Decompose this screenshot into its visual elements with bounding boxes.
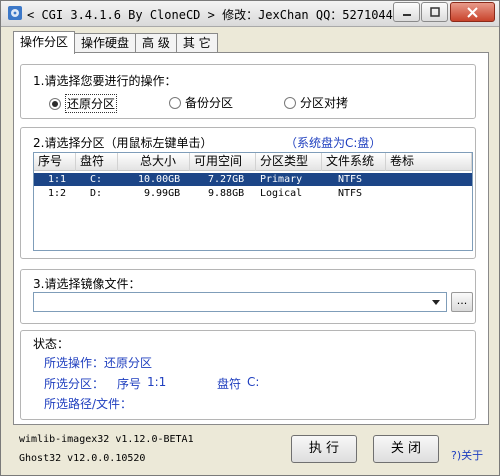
close-button[interactable]: 关 闭 [373,435,439,463]
partition-row[interactable]: 1:1 C: 10.00GB 7.27GB Primary NTFS [34,173,472,186]
tab-operate-partition[interactable]: 操作分区 [13,31,76,54]
row-fs: NTFS [338,188,363,199]
status-op-label: 所选操作： [44,356,105,370]
row-free: 7.27GB [208,174,245,185]
app-icon [8,6,22,20]
status-part-label: 所选分区： [44,377,105,391]
col-drive[interactable]: 盘符 [76,153,118,171]
dropdown-arrow-icon[interactable] [429,295,443,309]
tab-bar: 操作分区 操作硬盘 高 级 其 它 [13,31,218,54]
tab-other[interactable]: 其 它 [175,33,218,53]
app-window: < CGI 3.4.1.6 By CloneCD > 修改：JexChan QQ… [0,0,500,476]
row-total: 10.00GB [138,174,181,185]
status-label: 状态： [33,337,70,351]
close-icon [467,6,478,18]
partition-row[interactable]: 1:2 D: 9.99GB 9.88GB Logical NTFS [34,187,472,200]
status-drive-label: 盘符 [217,377,242,391]
status-drive-value: C: [247,375,260,389]
radio-dot [49,97,61,110]
col-label[interactable]: 卷标 [386,153,472,171]
close-window-button[interactable] [450,2,495,22]
col-free[interactable]: 可用空间 [190,153,256,171]
row-free: 9.88GB [208,188,245,199]
tab-operate-disk[interactable]: 操作硬盘 [74,33,137,53]
operation-label: 1.请选择您要进行的操作： [33,74,177,88]
radio-dot [169,96,181,109]
col-type[interactable]: 分区类型 [256,153,322,171]
row-type: Logical [260,188,303,199]
status-part-no: 1:1 [147,375,167,389]
partition-list-header: 序号 盘符 总大小 可用空间 分区类型 文件系统 卷标 [34,153,472,171]
col-total[interactable]: 总大小 [118,153,190,171]
radio-backup[interactable]: 备份分区 [169,94,233,111]
maximize-button[interactable] [421,2,448,22]
window-title: < CGI 3.4.1.6 By CloneCD > 修改：JexChan QQ… [27,8,408,22]
status-part-no-label: 序号 [117,377,142,391]
row-fs: NTFS [338,174,363,185]
tab-advanced[interactable]: 高 级 [135,33,177,53]
minimize-icon [402,14,411,16]
system-disk-hint: （系统盘为C:盘） [285,136,382,150]
row-no: 1:1 [48,174,67,185]
image-label: 3.请选择镜像文件： [33,277,141,291]
ghost-version: Ghost32 v12.0.0.10520 [19,453,146,464]
partition-label: 2.请选择分区（用鼠标左键单击） [33,136,213,150]
wimlib-version: wimlib-imagex32 v1.12.0-BETA1 [19,434,194,445]
browse-button[interactable]: ... [451,292,473,312]
maximize-icon [429,7,440,17]
status-op-value: 还原分区 [104,356,153,370]
row-type: Primary [260,174,303,185]
image-file-combo[interactable] [33,292,447,312]
row-drive: D: [90,188,103,199]
about-link[interactable]: ?)关于 [451,447,483,463]
col-no[interactable]: 序号 [34,153,76,171]
radio-restore[interactable]: 还原分区 [49,94,118,113]
radio-restore-label: 还原分区 [65,94,118,113]
col-fs[interactable]: 文件系统 [322,153,386,171]
minimize-button[interactable] [393,2,420,22]
row-drive: C: [90,174,103,185]
execute-button[interactable]: 执 行 [291,435,357,463]
radio-dot [284,96,296,109]
radio-copy[interactable]: 分区对拷 [284,94,348,111]
partition-list[interactable]: 序号 盘符 总大小 可用空间 分区类型 文件系统 卷标 1:1 C: 10.00… [33,152,473,251]
title-bar: < CGI 3.4.1.6 By CloneCD > 修改：JexChan QQ… [1,1,499,27]
radio-copy-label: 分区对拷 [300,96,349,110]
radio-backup-label: 备份分区 [185,96,234,110]
row-no: 1:2 [48,188,67,199]
row-total: 9.99GB [144,188,181,199]
status-path-label: 所选路径/文件： [44,397,133,411]
